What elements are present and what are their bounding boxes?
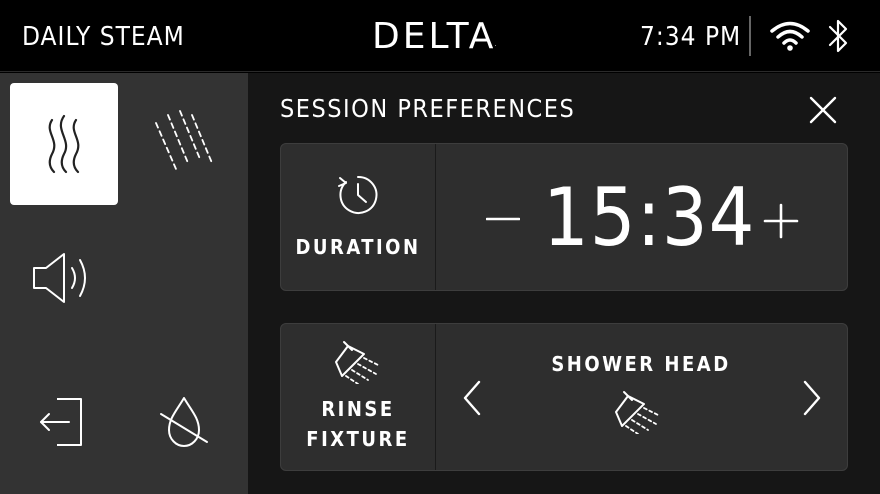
- plus-icon: [763, 203, 799, 239]
- selected-fixture-icon: [614, 390, 662, 438]
- brand-logo: DELTA.: [372, 16, 496, 57]
- speaker-icon: [33, 253, 86, 303]
- water-drop-off-icon: [160, 397, 208, 447]
- rinse-fixture-card: RINSE FIXTURE SHOWER HEAD: [280, 323, 848, 471]
- panel-title: SESSION PREFERENCES: [280, 94, 576, 123]
- sidebar-item-exit[interactable]: [8, 361, 116, 483]
- clock: 7:34 PM: [640, 22, 742, 52]
- timer-icon: [338, 175, 378, 214]
- wifi-icon[interactable]: [770, 20, 810, 56]
- minus-icon: [486, 217, 520, 221]
- sidebar: [0, 73, 248, 494]
- top-bar: DAILY STEAM DELTA. 7:34 PM: [0, 0, 880, 72]
- decrease-duration-button[interactable]: [483, 199, 523, 239]
- sidebar-item-steam[interactable]: [10, 83, 118, 205]
- previous-fixture-button[interactable]: [457, 376, 487, 420]
- duration-card: DURATION 15:34: [280, 143, 848, 291]
- rinse-fixture-label-line2: FIXTURE: [306, 427, 410, 451]
- shower-head-icon: [335, 341, 381, 384]
- rain-icon: [155, 110, 213, 170]
- chevron-left-icon: [463, 380, 481, 416]
- chevron-right-icon: [803, 380, 821, 416]
- duration-label-area: DURATION: [281, 144, 436, 290]
- preset-name[interactable]: DAILY STEAM: [22, 22, 185, 52]
- brand-name: DELTA: [372, 16, 497, 57]
- sidebar-item-audio[interactable]: [8, 217, 116, 339]
- increase-duration-button[interactable]: [759, 199, 803, 243]
- exit-icon: [40, 398, 82, 446]
- header-divider: [749, 16, 751, 56]
- rinse-fixture-label-line1: RINSE: [321, 397, 395, 421]
- steam-icon: [48, 114, 80, 174]
- bluetooth-icon[interactable]: [826, 16, 852, 60]
- shower-head-icon: [615, 391, 661, 435]
- session-preferences-panel: SESSION PREFERENCES DURATION 15:34 RINSE…: [248, 73, 880, 494]
- selected-fixture-name: SHOWER HEAD: [551, 352, 731, 376]
- close-button[interactable]: [806, 93, 840, 127]
- rinse-fixture-label-area: RINSE FIXTURE: [281, 324, 436, 470]
- duration-value: 15:34: [543, 171, 756, 264]
- close-icon: [809, 96, 837, 124]
- sidebar-item-water-off[interactable]: [130, 361, 238, 483]
- rinse-fixture-label: RINSE FIXTURE: [306, 394, 409, 454]
- next-fixture-button[interactable]: [797, 376, 827, 420]
- sidebar-item-shower[interactable]: [130, 83, 238, 205]
- duration-label: DURATION: [295, 235, 421, 259]
